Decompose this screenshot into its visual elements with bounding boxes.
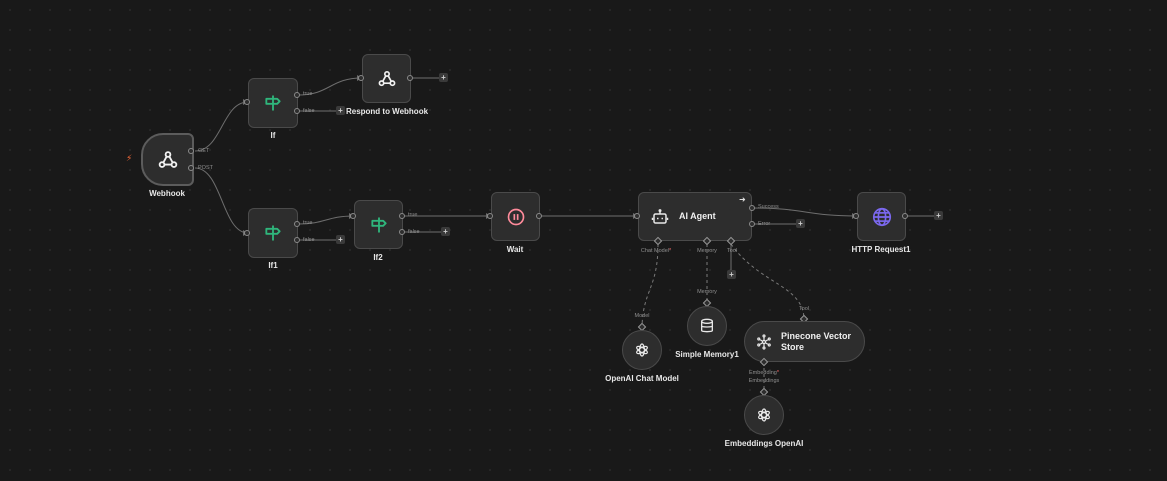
memory-connector-label: Memory [697,289,717,295]
if-false-label: false [303,108,315,114]
if-input-port[interactable] [244,99,250,105]
tool-connector-label: Tool [798,306,810,312]
pinecone-title-line1: Pinecone Vector [781,330,852,341]
database-icon [699,318,715,334]
open-arrow-icon[interactable]: ➜ [739,195,746,204]
signpost-icon [263,93,283,113]
if1-title: If1 [268,261,278,270]
wait-node[interactable] [491,192,540,241]
wait-title: Wait [506,245,524,254]
if-false-port[interactable] [294,108,300,114]
wire-webhook-if1 [194,167,249,234]
workflow-canvas[interactable]: ⚡ GET POST Webhook true false + If + Res… [0,0,1167,481]
webhook-icon [377,69,397,89]
tool-input-label: Tool [726,248,738,254]
robot-icon [651,208,669,226]
webhook-node[interactable] [141,133,194,186]
embeddings-openai-title: Embeddings OpenAI [724,439,804,448]
openai-icon [633,341,651,359]
webhook-icon [157,149,179,171]
signpost-icon [263,223,283,243]
ai-agent-title: AI Agent [679,211,716,221]
model-connector-label: Model [634,313,650,319]
if2-false-add-button[interactable]: + [441,227,450,236]
pinecone-icon [755,333,773,351]
webhook-output-post-port[interactable] [188,165,194,171]
if1-input-port[interactable] [244,230,250,236]
pinecone-title-line2: Store [781,341,805,352]
openai-icon [755,406,773,424]
wait-input-port[interactable] [487,213,493,219]
if-true-label: true [303,91,313,97]
respond-output-port[interactable] [407,75,413,81]
chat-model-input-label: Chat Model* [640,248,672,254]
ai-agent-input-port[interactable] [634,213,640,219]
memory-input-label: Memory [697,248,717,254]
ai-agent-node[interactable]: AI Agent [638,192,752,241]
ai-agent-success-label: Success [758,204,779,210]
wire-webhook-if [194,101,249,152]
signpost-icon [369,215,389,235]
connections-layer [194,75,934,395]
ai-agent-error-add-button[interactable]: + [796,219,805,228]
respond-title: Respond to Webhook [345,107,429,116]
embedding-input-label: Embedding* [749,370,779,376]
respond-input-port[interactable] [358,75,364,81]
globe-icon [871,206,893,228]
http-input-port[interactable] [853,213,859,219]
webhook-output-get-port[interactable] [188,148,194,154]
if1-false-label: false [303,237,315,243]
if1-node[interactable] [248,208,298,258]
respond-node[interactable] [362,54,411,103]
trigger-bolt-icon: ⚡ [126,153,133,163]
webhook-output-post-label: POST [198,165,213,171]
embeddings-connector-label: Embeddings [748,378,780,384]
if1-true-port[interactable] [294,221,300,227]
if-true-port[interactable] [294,92,300,98]
embeddings-openai-node[interactable] [744,395,784,435]
if2-title: If2 [373,253,383,262]
wait-output-port[interactable] [536,213,542,219]
simple-memory-node[interactable] [687,306,727,346]
respond-add-button[interactable]: + [439,73,448,82]
if2-true-port[interactable] [399,213,405,219]
pinecone-vector-store-node[interactable]: Pinecone Vector Store [744,321,865,362]
if-false-add-button[interactable]: + [336,106,345,115]
ai-agent-success-port[interactable] [749,205,755,211]
if2-false-port[interactable] [399,229,405,235]
if2-true-label: true [408,212,418,218]
tool-add-button[interactable]: + [727,270,736,279]
if2-input-port[interactable] [350,213,356,219]
if1-false-add-button[interactable]: + [336,235,345,244]
if-title: If [270,131,276,140]
if-node[interactable] [248,78,298,128]
if1-false-port[interactable] [294,237,300,243]
if2-false-label: false [408,229,420,235]
if2-node[interactable] [354,200,403,249]
wire-agent-tool [730,243,805,321]
ai-agent-error-label: Error [758,221,771,227]
webhook-output-get-label: GET [198,148,210,154]
openai-chat-model-title: OpenAI Chat Model [605,374,679,383]
simple-memory-title: Simple Memory1 [675,350,739,359]
http-request-node[interactable] [857,192,906,241]
ai-agent-error-port[interactable] [749,221,755,227]
http-add-button[interactable]: + [934,211,943,220]
http-output-port[interactable] [902,213,908,219]
http-request-title: HTTP Request1 [851,245,911,254]
if1-true-label: true [303,220,313,226]
openai-chat-model-node[interactable] [622,330,662,370]
webhook-title: Webhook [149,189,185,198]
pause-icon [506,207,526,227]
